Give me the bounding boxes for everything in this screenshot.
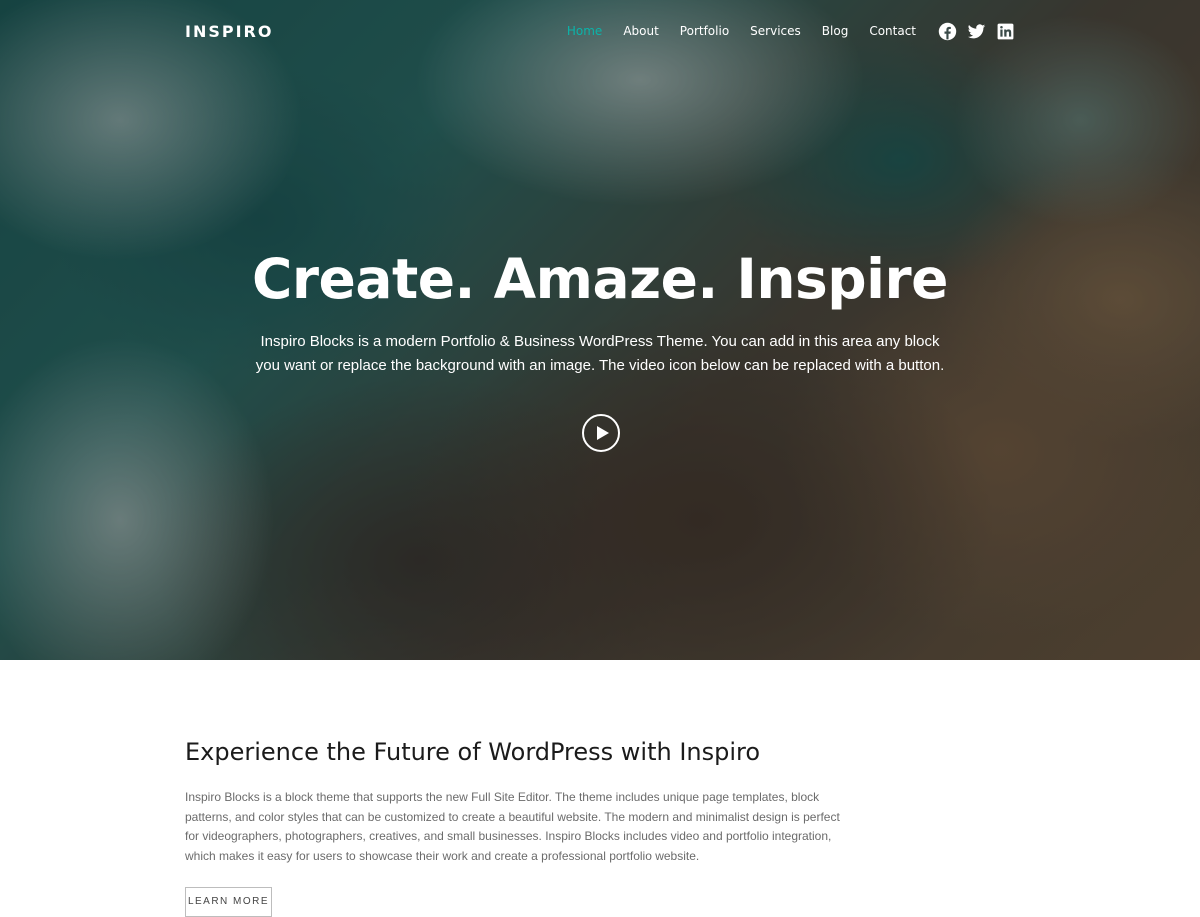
facebook-icon[interactable] [938, 22, 957, 41]
section-text: Inspiro Blocks is a block theme that sup… [185, 790, 840, 863]
hero-title: Create. Amaze. Inspire [252, 247, 948, 311]
intro-section: Experience the Future of WordPress with … [0, 660, 1200, 900]
linkedin-icon[interactable] [996, 22, 1015, 41]
section-heading: Experience the Future of WordPress with … [185, 738, 761, 766]
hero-section: INSPIRO Home About Portfolio Services Bl… [0, 0, 1200, 660]
site-logo[interactable]: INSPIRO [185, 22, 273, 41]
learn-more-button[interactable]: LEARN MORE [185, 887, 272, 917]
nav-item-contact[interactable]: Contact [869, 24, 916, 38]
social-links [938, 22, 1015, 41]
site-header: INSPIRO Home About Portfolio Services Bl… [0, 0, 1200, 62]
hero-description: Inspiro Blocks is a modern Portfolio & B… [255, 333, 945, 374]
video-play-button[interactable] [582, 414, 620, 452]
nav-item-blog[interactable]: Blog [822, 24, 849, 38]
nav-item-about[interactable]: About [623, 24, 658, 38]
nav-item-portfolio[interactable]: Portfolio [680, 24, 729, 38]
main-navigation: Home About Portfolio Services Blog Conta… [567, 22, 1015, 41]
nav-item-services[interactable]: Services [750, 24, 801, 38]
play-icon [596, 426, 609, 440]
nav-item-home[interactable]: Home [567, 24, 602, 38]
twitter-icon[interactable] [967, 22, 986, 41]
